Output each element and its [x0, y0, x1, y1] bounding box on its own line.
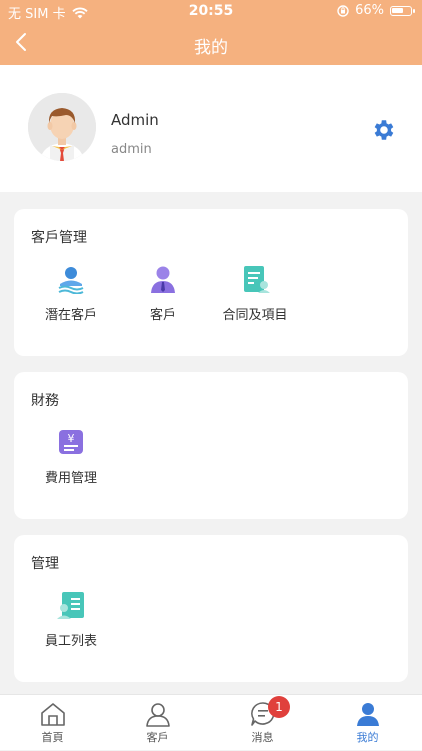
unread-badge: 1: [268, 696, 290, 718]
customer-item[interactable]: 客戶: [118, 264, 208, 323]
management-card: 管理 員工列表: [14, 535, 408, 682]
profile-name: Admin: [111, 111, 159, 129]
item-label: 合同及項目: [222, 308, 288, 323]
profile-section: Admin admin: [0, 65, 422, 192]
item-label: 費用管理: [44, 471, 97, 486]
battery-level: [392, 7, 403, 13]
person-icon: [356, 703, 379, 726]
employee-list-icon: [57, 592, 84, 619]
item-label: 客戶: [149, 308, 176, 323]
orientation-lock-icon: [337, 4, 349, 17]
page-title: 我的: [194, 38, 228, 58]
prospect-customer-item[interactable]: 潛在客戶: [26, 264, 116, 323]
item-label: 潛在客戶: [44, 308, 97, 323]
prospect-icon: [58, 267, 84, 294]
contract-project-item[interactable]: 合同及項目: [210, 264, 300, 323]
expense-management-item[interactable]: ¥ 費用管理: [26, 427, 116, 486]
user-outline-icon: [145, 703, 170, 727]
tab-mine[interactable]: 我的: [315, 695, 420, 751]
section-title: 財務: [31, 393, 59, 409]
tab-messages[interactable]: 消息 1: [210, 695, 315, 751]
bottom-tab-bar: 首頁 客戶 消息 1 我的: [0, 694, 422, 750]
section-title: 管理: [31, 556, 59, 572]
battery-percent: 66%: [355, 3, 384, 18]
tab-label: 客戶: [146, 731, 169, 744]
contract-icon: [244, 266, 270, 293]
customer-management-card: 客戶管理 潛在客戶 客戶 合同及項目: [14, 209, 408, 356]
item-label: 員工列表: [44, 634, 97, 649]
status-bar: 无 SIM 卡 20:55 66%: [0, 0, 422, 24]
avatar-illustration-icon: [28, 93, 96, 161]
avatar[interactable]: [28, 93, 96, 161]
finance-card: 財務 ¥ 費用管理: [14, 372, 408, 519]
tab-label: 我的: [356, 731, 379, 744]
expense-icon: ¥: [59, 430, 83, 454]
tab-customer[interactable]: 客戶: [105, 695, 210, 751]
header: 无 SIM 卡 20:55 66% 我的: [0, 0, 422, 65]
employee-list-item[interactable]: 員工列表: [26, 590, 116, 649]
section-title: 客戶管理: [31, 230, 87, 246]
tab-label: 首頁: [41, 731, 64, 744]
profile-username: admin: [111, 142, 152, 157]
battery-icon: [390, 5, 415, 16]
svg-text:¥: ¥: [68, 432, 75, 445]
customer-icon: [151, 266, 175, 293]
home-icon: [40, 703, 65, 726]
tab-label: 消息: [251, 731, 274, 744]
settings-gear-icon[interactable]: [370, 117, 396, 143]
tab-home[interactable]: 首頁: [0, 695, 105, 751]
